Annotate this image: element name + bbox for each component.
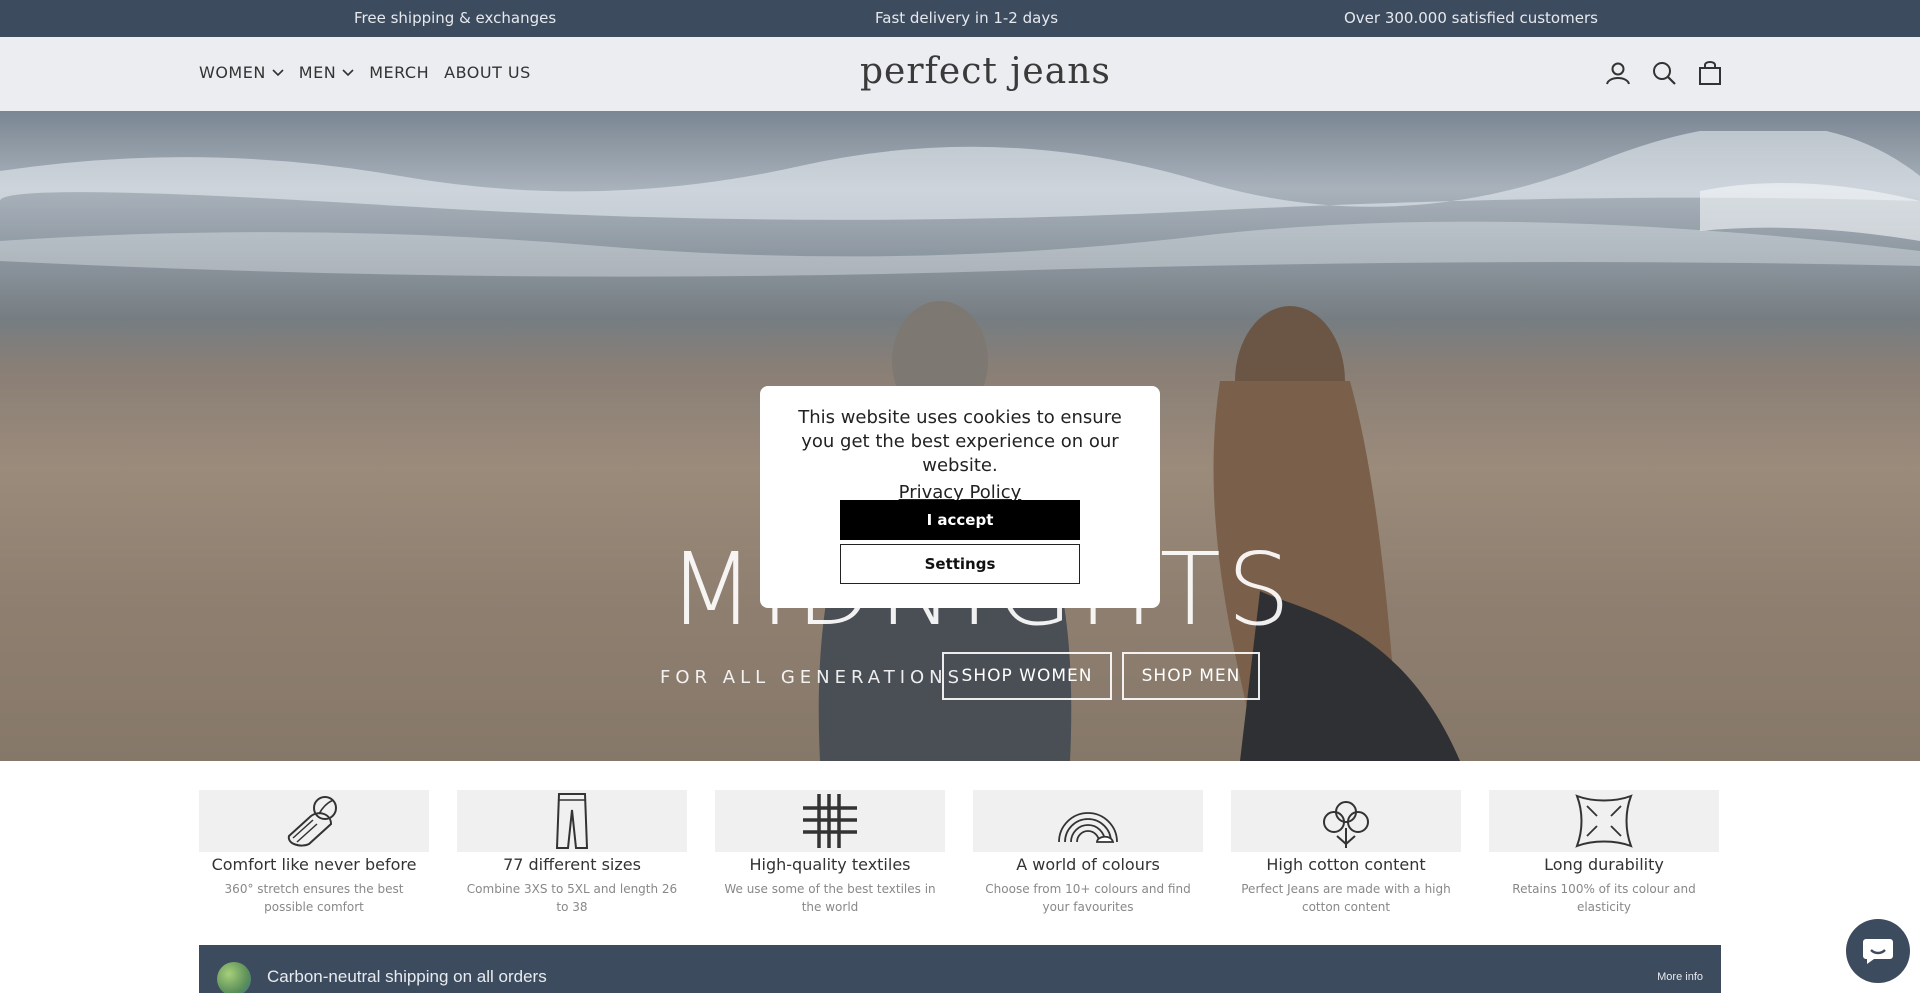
feature-title: High cotton content [1266,855,1426,874]
announcement-customers: Over 300.000 satisfied customers [1344,9,1598,27]
search-icon[interactable] [1650,59,1678,87]
feature-title: Long durability [1544,855,1664,874]
announcement-bar: Free shipping & exchanges Fast delivery … [0,0,1920,37]
feature-title: High-quality textiles [749,855,911,874]
chevron-down-icon [342,68,354,76]
hero-subtitle: FOR ALL GENERATIONS [660,667,965,688]
cookie-settings-button[interactable]: Settings [840,544,1080,584]
feature-durability: Long durability Retains 100% of its colo… [1489,790,1719,916]
chat-icon [1863,939,1893,964]
cart-icon[interactable] [1696,59,1724,87]
accept-cookies-button[interactable]: I accept [840,500,1080,540]
announcement-shipping: Free shipping & exchanges [354,9,557,27]
feature-description: Choose from 10+ colours and find your fa… [985,882,1191,914]
feature-description: Combine 3XS to 5XL and length 26 to 38 [466,882,678,914]
hero-background-image [0,131,1920,277]
shop-women-button[interactable]: SHOP WOMEN [942,652,1112,700]
jeans-icon [555,793,589,849]
cookie-message: This website uses cookies to ensure you … [798,407,1122,476]
nav-merch-label: MERCH [369,63,430,82]
site-logo[interactable]: perfect jeans [860,51,1111,92]
rainbow-icon [1058,812,1118,843]
feature-cotton: High cotton content Perfect Jeans are ma… [1231,790,1461,916]
features-row: Comfort like never before 360° stretch e… [199,790,1721,916]
weave-icon [803,794,857,848]
announcement-delivery: Fast delivery in 1-2 days [875,9,1059,27]
nav-merch[interactable]: MERCH [369,63,429,82]
main-nav: WOMEN MEN MERCH ABOUT US [199,63,531,82]
nav-men-label: MEN [298,63,337,82]
more-info-link[interactable]: More info [1657,971,1703,983]
feature-description: 360° stretch ensures the best possible c… [224,882,404,914]
feature-colours: A world of colours Choose from 10+ colou… [973,790,1203,916]
feature-title: A world of colours [1016,855,1160,874]
feature-description: Retains 100% of its colour and elasticit… [1512,882,1696,914]
shop-men-button[interactable]: SHOP MEN [1122,652,1260,700]
cookie-consent-dialog: This website uses cookies to ensure you … [760,386,1160,608]
feature-sizes: 77 different sizes Combine 3XS to 5XL an… [457,790,687,916]
site-header: WOMEN MEN MERCH ABOUT US perfect jeans [0,37,1920,111]
feature-title: Comfort like never before [211,855,417,874]
carbon-neutral-bar: Carbon-neutral shipping on all orders Mo… [199,945,1721,993]
chat-button[interactable] [1846,919,1910,983]
feature-description: We use some of the best textiles in the … [724,882,936,914]
nav-about-label: ABOUT US [444,63,531,82]
carbon-neutral-text: Carbon-neutral shipping on all orders [267,967,547,986]
stretch-frame-icon [1575,794,1633,848]
nav-women-label: WOMEN [199,63,266,82]
nav-women[interactable]: WOMEN [199,63,284,82]
feature-description: Perfect Jeans are made with a high cotto… [1241,882,1451,914]
feature-textiles: High-quality textiles We use some of the… [715,790,945,916]
account-icon[interactable] [1604,59,1632,87]
header-icons [1604,59,1724,87]
feature-comfort: Comfort like never before 360° stretch e… [199,790,429,916]
chevron-down-icon [272,68,284,76]
feature-title: 77 different sizes [503,855,641,874]
fabric-roll-icon [287,796,337,847]
nav-about[interactable]: ABOUT US [444,63,531,82]
globe-icon [217,962,251,993]
cotton-icon [1323,801,1369,848]
nav-men[interactable]: MEN [299,63,354,82]
